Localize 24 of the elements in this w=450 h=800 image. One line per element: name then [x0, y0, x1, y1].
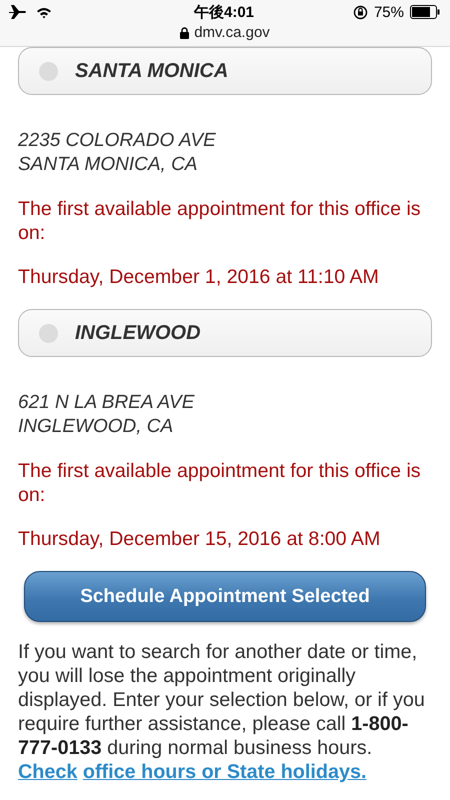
schedule-appointment-button[interactable]: Schedule Appointment Selected [24, 571, 426, 622]
appointment-date: Thursday, December 1, 2016 at 11:10 AM [18, 265, 380, 289]
office-radio-option[interactable]: SANTA MONICA [18, 47, 432, 95]
battery-icon [410, 5, 440, 19]
availability-notice: The first available appointment for this office is on: [18, 197, 422, 245]
rotation-lock-icon [352, 4, 368, 20]
address-line: 2235 COLORADO AVE [18, 129, 217, 153]
info-paragraph: If you want to search for another date or time, you will lose the appointment originally displayed. Enter your selection below, or if you require further assistance, please call 1-800-777-0133 during normal business hours. Check office hours or State holidays. [18, 640, 426, 784]
office-radio-option[interactable]: INGLEWOOD [18, 309, 432, 357]
availability-notice: The first available appointment for this office is on: [18, 459, 422, 507]
airplane-icon [8, 4, 28, 20]
address-line: INGLEWOOD, CA [18, 415, 174, 439]
radio-button[interactable] [39, 62, 58, 80]
radio-button[interactable] [39, 324, 58, 342]
clock-time: 午後4:01 [194, 2, 254, 22]
address-line: 621 N LA BREA AVE [18, 391, 196, 415]
appointment-date: Thursday, December 15, 2016 at 8:00 AM [18, 527, 382, 551]
address-line: SANTA MONICA, CA [18, 153, 198, 177]
lock-icon [180, 26, 190, 38]
office-hours-link[interactable]: Check [18, 761, 78, 783]
battery-percentage: 75% [374, 4, 404, 20]
address-bar-url[interactable]: dmv.ca.gov [194, 24, 270, 41]
office-hours-link[interactable]: office hours or State holidays. [82, 761, 366, 783]
wifi-icon [36, 6, 52, 18]
